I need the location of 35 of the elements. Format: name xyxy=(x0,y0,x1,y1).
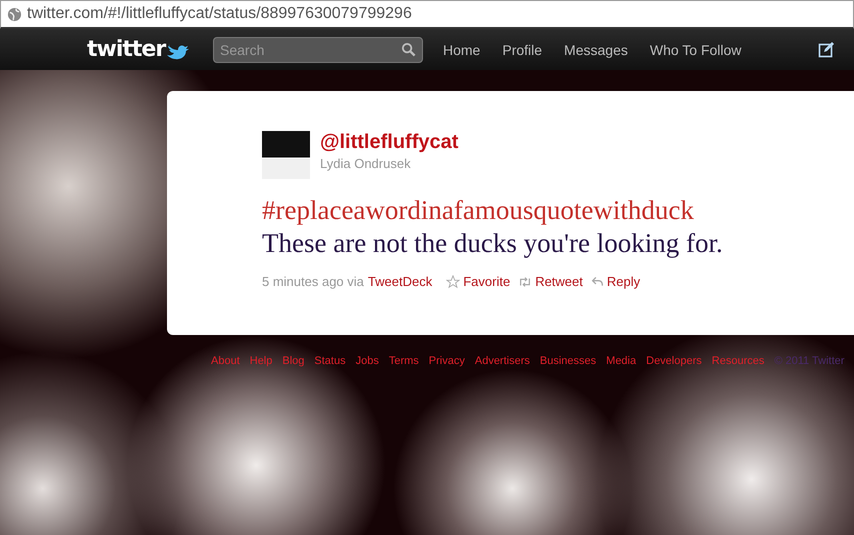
tweet-text: These are not the ducks you're looking for. xyxy=(262,228,724,259)
retweet-link[interactable]: Retweet xyxy=(535,274,583,289)
nav-link[interactable]: Home xyxy=(432,42,492,58)
footer-link[interactable]: Terms xyxy=(388,355,419,367)
favorite-link[interactable]: Favorite xyxy=(463,274,510,289)
avatar-photo[interactable] xyxy=(262,131,310,179)
footer-link[interactable]: Jobs xyxy=(356,355,379,367)
footer-link[interactable]: Blog xyxy=(282,355,304,367)
url-text: twitter.com/#!/littlefluffycat/status/88997630079799296 xyxy=(27,5,412,23)
full-name: Lydia Ondrusek xyxy=(320,156,412,171)
search-icon xyxy=(401,42,416,56)
footer-link[interactable]: Advertisers xyxy=(474,355,530,367)
source-link[interactable]: TweetDeck xyxy=(368,274,432,289)
nav-link[interactable]: Profile xyxy=(491,42,554,58)
star-icon[interactable] xyxy=(446,274,460,288)
reply-link[interactable]: Reply xyxy=(606,274,640,289)
footer-link[interactable]: Developers xyxy=(646,355,702,367)
copyright-text: © 2011 Twitter xyxy=(774,355,844,367)
compose-icon[interactable] xyxy=(818,42,834,58)
search-field[interactable]: Search xyxy=(213,36,423,62)
retweet-icon[interactable] xyxy=(518,274,532,288)
footer-link[interactable]: Media xyxy=(606,355,636,367)
footer-link[interactable]: About xyxy=(211,355,240,367)
globe-icon xyxy=(7,6,22,22)
hashtag-link[interactable]: #replaceawordinafamousquotewithduck xyxy=(262,195,854,226)
footer-link[interactable]: Privacy xyxy=(428,355,465,367)
footer-link[interactable]: Businesses xyxy=(540,355,596,367)
nav-link[interactable]: Messages xyxy=(553,42,639,58)
username-link[interactable]: @littlefluffycat xyxy=(320,131,458,154)
timestamp: 5 minutes ago via xyxy=(262,274,364,289)
reply-icon[interactable] xyxy=(590,275,604,288)
nav-link[interactable]: Who To Follow xyxy=(638,42,752,58)
logo-text[interactable]: twitter xyxy=(87,37,166,62)
address-bar[interactable]: twitter.com/#!/littlefluffycat/status/88997630079799296 xyxy=(0,0,854,29)
footer-link[interactable]: Status xyxy=(314,355,346,367)
